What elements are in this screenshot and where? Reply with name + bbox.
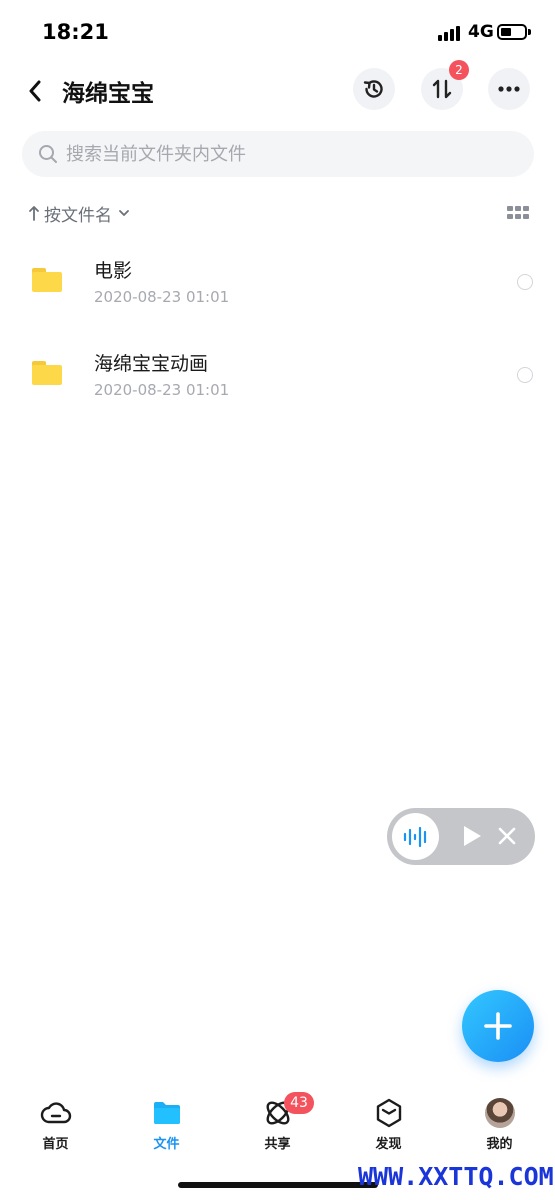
file-name: 电影 bbox=[94, 260, 133, 282]
search-icon bbox=[39, 145, 57, 163]
header: 海绵宝宝 2 bbox=[0, 60, 555, 116]
hexagon-icon bbox=[373, 1098, 405, 1128]
list-item[interactable]: 海绵宝宝动画 2020-08-23 01:01 bbox=[0, 337, 555, 417]
play-icon[interactable] bbox=[461, 824, 483, 848]
grid-view-icon[interactable] bbox=[507, 206, 529, 220]
tab-label: 发现 bbox=[375, 1137, 402, 1152]
file-date: 2020-08-23 01:01 bbox=[94, 381, 230, 399]
folder-icon bbox=[32, 268, 62, 292]
tab-label: 文件 bbox=[153, 1137, 180, 1152]
cloud-icon bbox=[40, 1098, 72, 1128]
transfer-badge: 2 bbox=[449, 60, 469, 80]
battery-icon bbox=[497, 24, 531, 40]
home-indicator bbox=[178, 1182, 378, 1188]
tab-profile[interactable]: 我的 bbox=[444, 1090, 555, 1154]
transfer-button[interactable]: 2 bbox=[421, 60, 469, 110]
list-item[interactable]: 电影 2020-08-23 01:01 bbox=[0, 244, 555, 324]
tab-discover[interactable]: 发现 bbox=[333, 1090, 444, 1154]
chevron-left-icon bbox=[29, 80, 41, 102]
signal-icon bbox=[438, 25, 462, 41]
status-time: 18:21 bbox=[42, 20, 109, 44]
tab-label: 我的 bbox=[486, 1137, 513, 1152]
transfer-icon bbox=[432, 79, 452, 99]
tab-share[interactable]: 43 共享 bbox=[222, 1090, 333, 1154]
history-icon bbox=[363, 80, 383, 98]
tab-home[interactable]: 首页 bbox=[0, 1090, 111, 1154]
arrow-up-icon bbox=[29, 206, 39, 221]
sort-selector[interactable]: 按文件名 bbox=[28, 200, 130, 226]
avatar bbox=[484, 1098, 515, 1128]
audio-mini-player[interactable] bbox=[387, 808, 535, 865]
close-icon[interactable] bbox=[497, 826, 517, 846]
bottom-tab-bar: 首页 文件 43 共享 发现 我的 bbox=[0, 1090, 555, 1160]
page-title: 海绵宝宝 bbox=[62, 81, 154, 107]
avatar-wrapper bbox=[484, 1098, 516, 1128]
tab-files[interactable]: 文件 bbox=[111, 1090, 222, 1154]
select-checkbox[interactable] bbox=[517, 274, 533, 290]
search-input[interactable] bbox=[66, 131, 516, 177]
chevron-down-icon bbox=[119, 210, 129, 216]
file-name: 海绵宝宝动画 bbox=[94, 353, 209, 375]
status-bar: 18:21 4G bbox=[0, 0, 555, 66]
sort-label: 按文件名 bbox=[44, 205, 112, 226]
more-icon bbox=[498, 86, 520, 92]
tab-label: 共享 bbox=[264, 1137, 291, 1152]
audio-wave-button[interactable] bbox=[392, 813, 439, 860]
history-button[interactable] bbox=[353, 68, 395, 110]
back-button[interactable] bbox=[18, 74, 52, 108]
search-bar[interactable] bbox=[22, 131, 534, 177]
share-badge: 43 bbox=[284, 1092, 314, 1114]
more-button[interactable] bbox=[488, 68, 530, 110]
tab-label: 首页 bbox=[42, 1137, 69, 1152]
network-label: 4G bbox=[468, 22, 494, 42]
file-date: 2020-08-23 01:01 bbox=[94, 288, 230, 306]
add-button[interactable] bbox=[462, 990, 534, 1062]
plus-icon bbox=[484, 1012, 512, 1040]
folder-icon bbox=[151, 1098, 183, 1128]
watermark: WWW.XXTTQ.COM bbox=[358, 1162, 554, 1191]
audio-wave-icon bbox=[403, 826, 426, 847]
select-checkbox[interactable] bbox=[517, 367, 533, 383]
folder-icon bbox=[32, 361, 62, 385]
